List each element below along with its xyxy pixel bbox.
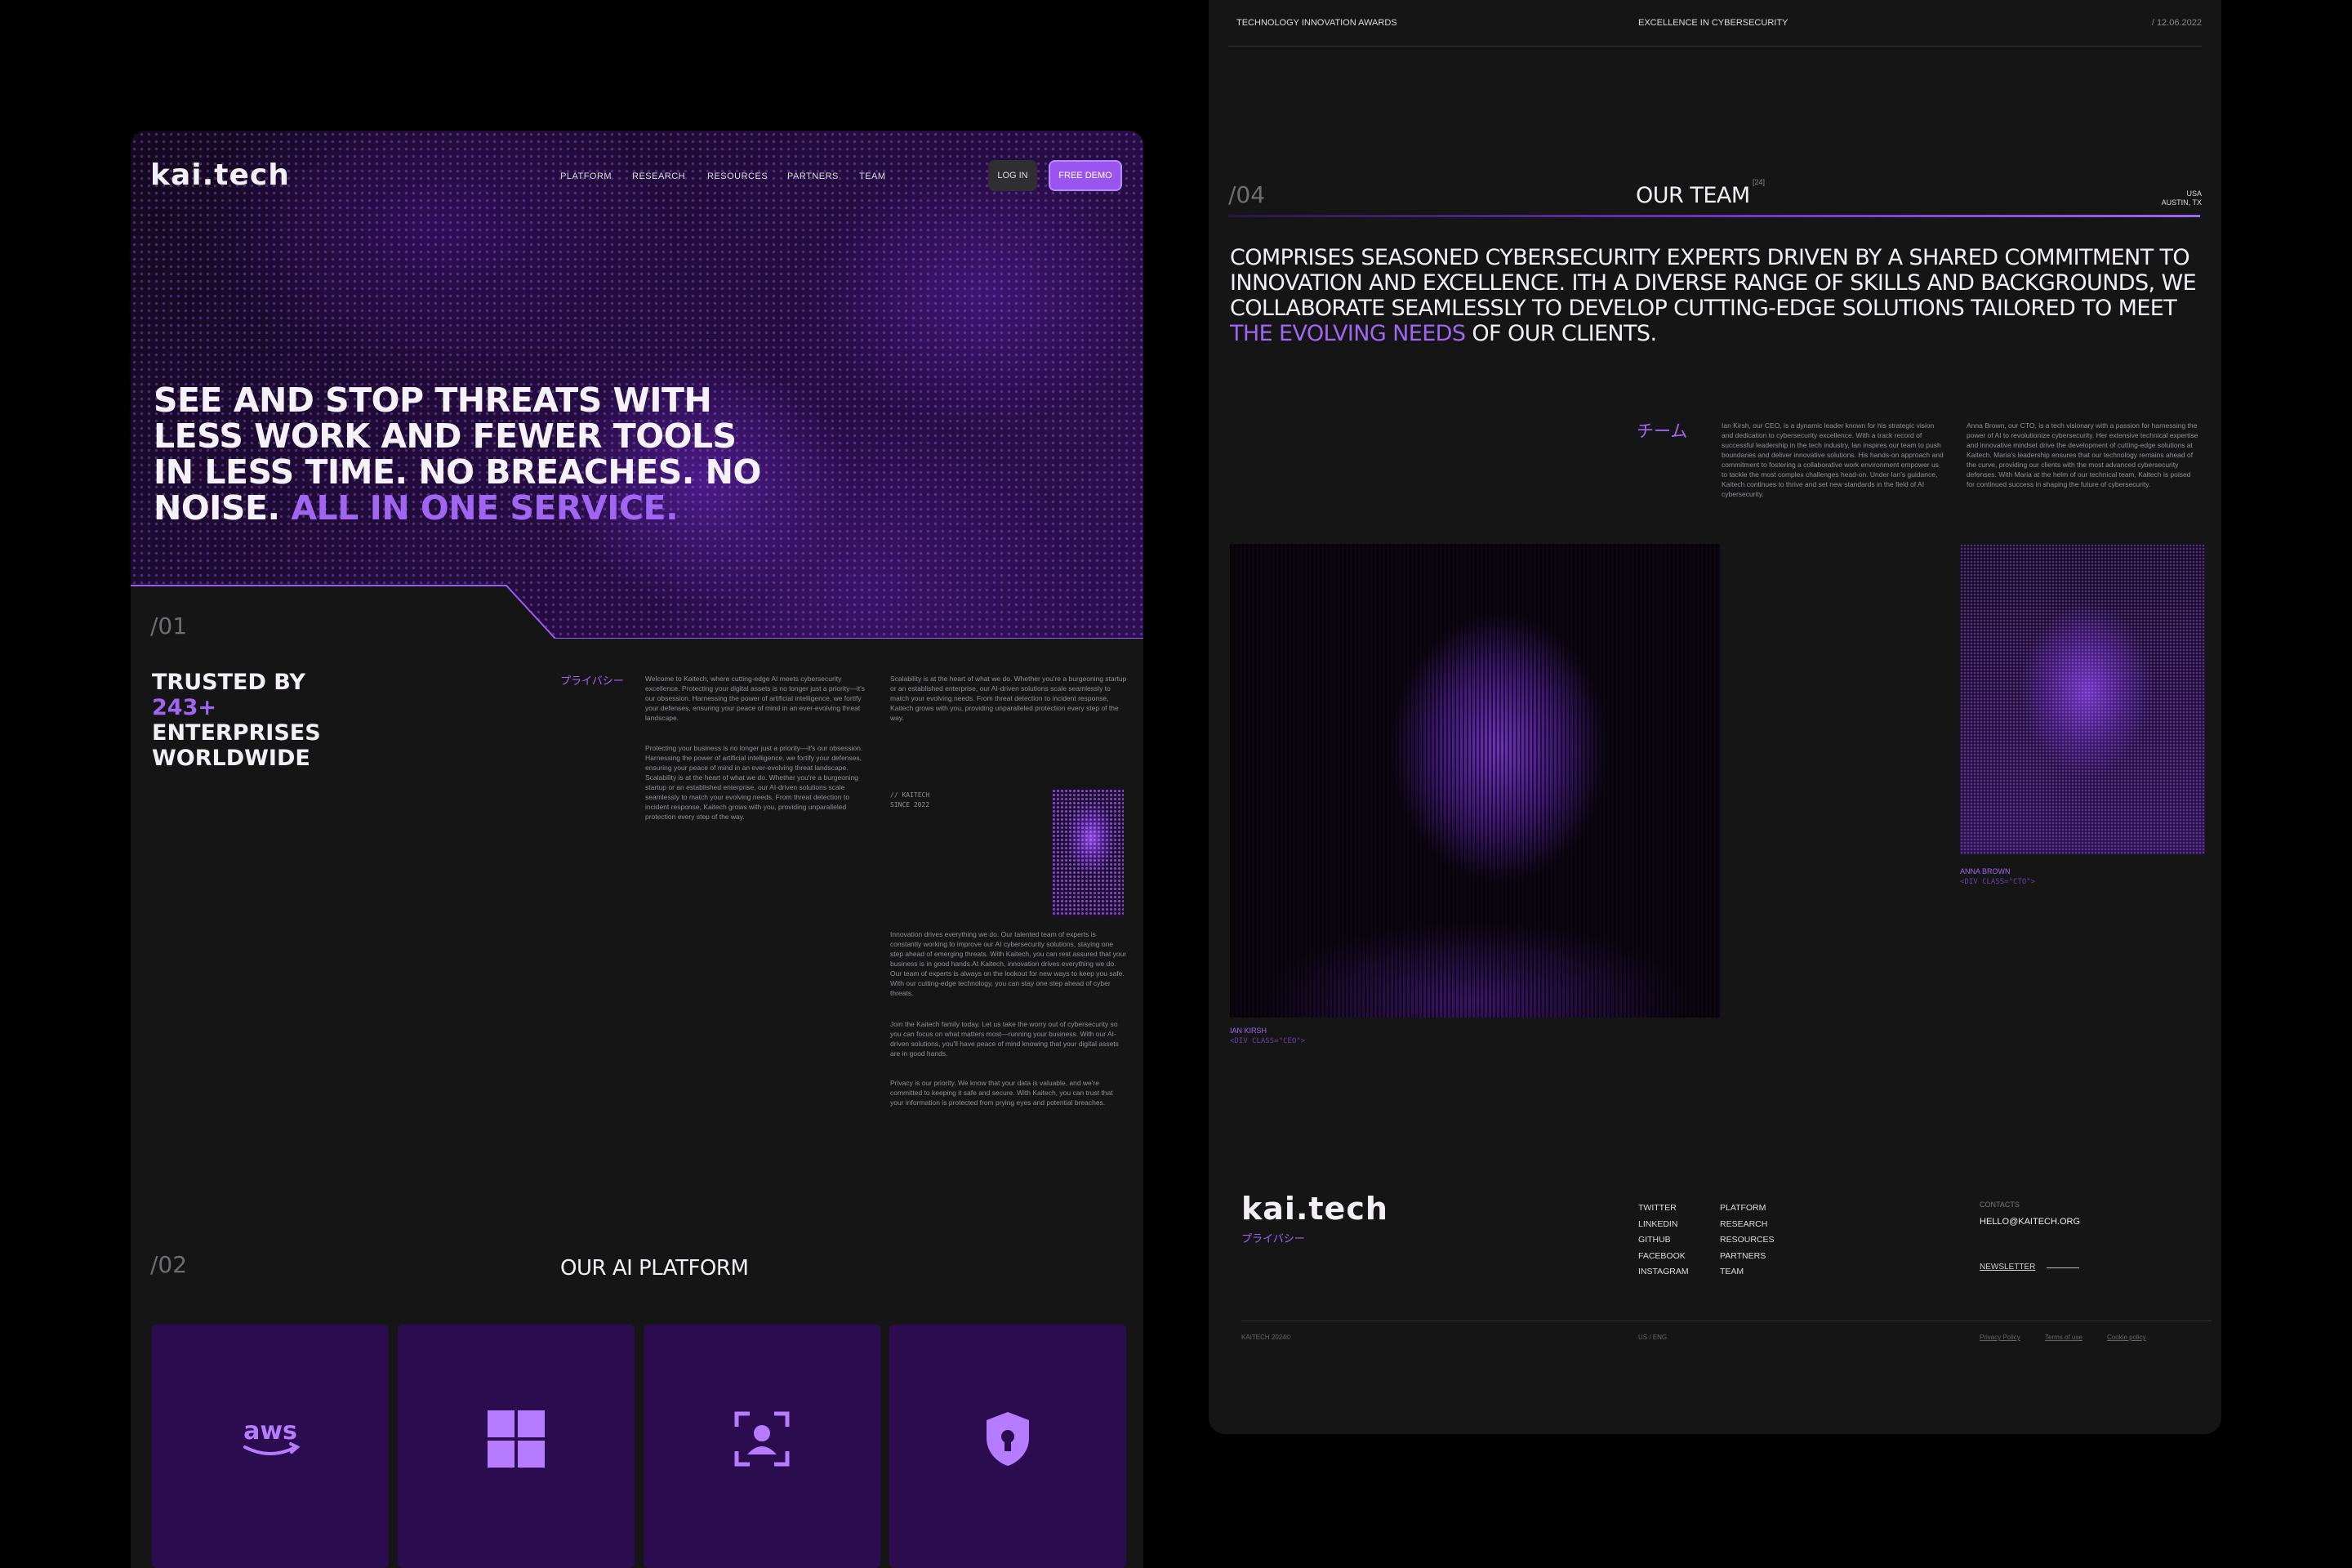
link-linkedin[interactable]: LINKEDIN [1638, 1217, 1689, 1233]
nav-partners[interactable]: PARTNERS [787, 172, 839, 181]
cto-name: ANNA BROWN [1960, 867, 2011, 875]
awards-category: EXCELLENCE IN CYBERSECURITY [1638, 18, 1788, 28]
team-underline [1228, 215, 2200, 217]
footer-nav-team[interactable]: TEAM [1720, 1264, 1775, 1281]
contacts-label: CONTACTS [1980, 1200, 2020, 1209]
section-number-02: /02 [150, 1251, 188, 1278]
trusted-count: 243+ [152, 695, 216, 720]
privacy-paragraph: Privacy is our priority. We know that yo… [890, 1079, 1113, 1107]
team-page-panel: TECHNOLOGY INNOVATION AWARDS EXCELLENCE … [1209, 0, 2221, 1434]
free-demo-button[interactable]: FREE DEMO [1049, 160, 1122, 191]
team-count: [24] [1753, 178, 1766, 186]
cto-portrait-image [1960, 544, 2205, 854]
hero-headline: SEE AND STOP THREATS WITH LESS WORK AND … [154, 382, 774, 526]
ceo-bio: Ian Kirsh, our CEO, is a dynamic leader … [1722, 421, 1944, 498]
nav-team[interactable]: TEAM [859, 172, 886, 181]
join-paragraph: Join the Kaitech family today. Let us ta… [890, 1020, 1119, 1058]
footer-privacy-jp: プライバシー [1241, 1232, 1305, 1245]
login-button[interactable]: LOG IN [988, 160, 1037, 191]
footer-nav: PLATFORM RESEARCH RESOURCES PARTNERS TEA… [1720, 1200, 1775, 1281]
innovation-paragraph: Innovation drives everything we do. Our … [890, 930, 1127, 997]
location-country: USA [2186, 189, 2202, 198]
trusted-prefix: TRUSTED BY [152, 670, 305, 695]
platform-card-windows[interactable] [398, 1325, 635, 1568]
newsletter-line [2047, 1267, 2079, 1268]
footer-nav-resources[interactable]: RESOURCES [1720, 1232, 1775, 1249]
landing-page-panel: kai.tech PLATFORM RESEARCH RESOURCES PAR… [131, 131, 1143, 1568]
ceo-name: IAN KIRSH [1230, 1027, 1267, 1035]
privacy-policy-link[interactable]: Privacy Policy [1980, 1334, 2020, 1341]
section-number-01: /01 [150, 612, 188, 639]
shield-lock-icon [987, 1412, 1029, 1466]
since-line-2: SINCE 2022 [890, 801, 930, 808]
location-city: AUSTIN, TX [2161, 198, 2202, 207]
team-statement-main: COMPRISES SEASONED CYBERSECURITY EXPERTS… [1230, 245, 2197, 321]
link-github[interactable]: GITHUB [1638, 1232, 1689, 1249]
contact-email[interactable]: HELLO@KAITECH.ORG [1980, 1217, 2080, 1227]
headline-accent: ALL IN ONE SERVICE. [291, 488, 679, 528]
link-facebook[interactable]: FACEBOOK [1638, 1249, 1689, 1265]
footer-logo[interactable]: kai.tech [1241, 1191, 1388, 1227]
small-portrait-image [1052, 789, 1124, 916]
aws-logo-icon: aws [243, 1417, 301, 1455]
copyright: KAITECH 2024© [1241, 1334, 1291, 1341]
cto-bio: Anna Brown, our CTO, is a tech visionary… [1967, 421, 2198, 488]
awards-date: / 12.06.2022 [2151, 18, 2202, 28]
team-statement-accent: THE EVOLVING NEEDS [1230, 321, 1466, 346]
svg-text:aws: aws [243, 1417, 297, 1446]
ceo-tag: <DIV CLASS="CEO"> [1230, 1037, 1306, 1045]
team-statement: COMPRISES SEASONED CYBERSECURITY EXPERTS… [1230, 245, 2205, 346]
section-number-04: /04 [1228, 181, 1266, 208]
cookie-policy-link[interactable]: Cookie policy [2107, 1334, 2146, 1341]
logo[interactable]: kai.tech [150, 158, 290, 192]
team-location: USA AUSTIN, TX [2162, 189, 2202, 207]
platform-card-face-scan[interactable] [644, 1325, 880, 1568]
terms-link[interactable]: Terms of use [2045, 1334, 2082, 1341]
nav-research[interactable]: RESEARCH [632, 172, 685, 181]
platform-title: OUR AI PLATFORM [560, 1256, 749, 1281]
platform-card-security[interactable] [889, 1325, 1126, 1568]
since-line-1: // KAITECH [890, 791, 930, 799]
footer-nav-partners[interactable]: PARTNERS [1720, 1249, 1775, 1265]
footer-nav-platform[interactable]: PLATFORM [1720, 1200, 1775, 1217]
privacy-label-jp: プライバシー [560, 675, 624, 687]
face-scan-icon [734, 1411, 790, 1467]
team-label-jp: チーム [1637, 422, 1688, 441]
team-title: OUR TEAM [1636, 183, 1750, 208]
footer-nav-research[interactable]: RESEARCH [1720, 1217, 1775, 1233]
team-statement-end: OF OUR CLIENTS. [1472, 321, 1657, 346]
scalability-paragraph: Scalability is at the heart of what we d… [890, 675, 1127, 722]
windows-logo-icon [488, 1410, 545, 1468]
platform-card-aws[interactable]: aws [152, 1325, 389, 1568]
divider [1228, 46, 2202, 47]
language-switch[interactable]: US / ENG [1638, 1334, 1667, 1341]
newsletter-link[interactable]: NEWSLETTER [1980, 1263, 2035, 1272]
since-label: // KAITECH SINCE 2022 [890, 791, 988, 810]
nav-platform[interactable]: PLATFORM [560, 172, 612, 181]
link-twitter[interactable]: TWITTER [1638, 1200, 1689, 1217]
trusted-heading: TRUSTED BY 243+ ENTERPRISES WORLDWIDE [152, 670, 364, 771]
protection-paragraph: Protecting your business is no longer ju… [645, 744, 863, 821]
nav-resources[interactable]: RESOURCES [707, 172, 768, 181]
social-links: TWITTER LINKEDIN GITHUB FACEBOOK INSTAGR… [1638, 1200, 1689, 1281]
cto-tag: <DIV CLASS="CTO"> [1960, 878, 2036, 886]
awards-title: TECHNOLOGY INNOVATION AWARDS [1236, 18, 1397, 28]
intro-paragraph: Welcome to Kaitech, where cutting-edge A… [645, 675, 866, 722]
link-instagram[interactable]: INSTAGRAM [1638, 1264, 1689, 1281]
ceo-portrait-image [1230, 544, 1720, 1018]
trusted-suffix: ENTERPRISES WORLDWIDE [152, 720, 321, 771]
